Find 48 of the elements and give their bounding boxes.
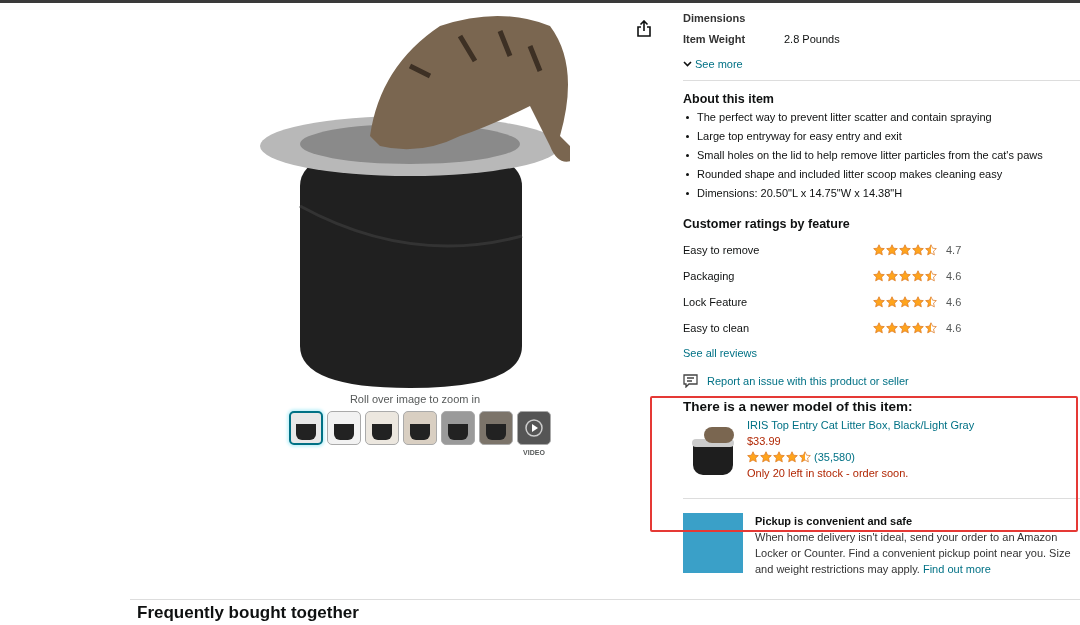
play-icon	[524, 418, 544, 438]
share-icon[interactable]	[637, 20, 651, 37]
pickup-description: When home delivery isn't ideal, send your order to an Amazon Locker or Counter. Find a convenient pickup point near you. Size and weight restrictions may apply. Find out more	[755, 530, 1072, 577]
review-count-link[interactable]: (35,580)	[814, 449, 855, 465]
bullet-text: Dimensions: 20.50"L x 14.75"W x 14.38"H	[697, 186, 903, 201]
section-title: There is a newer model of this item:	[683, 398, 914, 415]
product-title-link[interactable]: IRIS Top Entry Cat Litter Box, Black/Light Gray	[747, 417, 975, 433]
pickup-title: Pickup is convenient and safe	[755, 514, 914, 529]
rating-score: 4.7	[946, 242, 962, 258]
section-title: Customer ratings by feature	[683, 216, 851, 232]
stock-notice: Only 20 left in stock - order soon.	[747, 466, 910, 481]
bullet-text: Rounded shape and included litter scoop makes cleaning easy	[697, 167, 1003, 182]
feature-label: Easy to remove	[683, 242, 761, 258]
bullet-icon	[686, 154, 689, 157]
comment-icon	[683, 374, 698, 388]
feature-label: Easy to clean	[683, 320, 751, 336]
chevron-down-icon	[683, 61, 692, 67]
rating-score: 4.6	[946, 268, 962, 284]
spec-value: 2.8 Pounds	[784, 32, 840, 46]
rating-score: 4.6	[946, 320, 962, 336]
video-thumbnail[interactable]	[517, 411, 551, 445]
bullet-text: The perfect way to prevent litter scatter and contain spraying	[697, 110, 992, 125]
thumbnail-image[interactable]	[479, 411, 513, 445]
bullet-text: Small holes on the lid to help remove litter particles from the cat's paws	[697, 148, 1043, 163]
bullet-icon	[686, 135, 689, 138]
feature-label: Lock Feature	[683, 294, 749, 310]
spec-label: Dimensions	[683, 11, 747, 25]
report-issue-link[interactable]: Report an issue with this product or seller	[707, 374, 909, 388]
thumbnail-image[interactable]	[365, 411, 399, 445]
see-all-reviews-link[interactable]: See all reviews	[683, 346, 757, 360]
see-more-link[interactable]: See more	[683, 57, 743, 71]
bullet-text: Large top entryway for easy entry and exit	[697, 129, 902, 144]
thumbnail-image[interactable]	[403, 411, 437, 445]
product-price: $33.99	[747, 434, 782, 449]
rating-score: 4.6	[946, 294, 962, 310]
spec-label: Item Weight	[683, 32, 747, 46]
find-out-more-link[interactable]: Find out more	[922, 563, 991, 575]
thumbnail-image[interactable]	[289, 411, 323, 445]
feature-label: Packaging	[683, 268, 736, 284]
thumbnail-image[interactable]	[441, 411, 475, 445]
photo-placeholder	[683, 513, 743, 573]
section-title: About this item	[683, 91, 775, 107]
bullet-icon	[686, 116, 689, 119]
section-heading: Frequently bought together	[137, 603, 359, 623]
zoom-hint: Roll over image to zoom in	[349, 392, 481, 406]
bullet-icon	[686, 173, 689, 176]
thumbnail-image[interactable]	[327, 411, 361, 445]
bullet-icon	[686, 192, 689, 195]
